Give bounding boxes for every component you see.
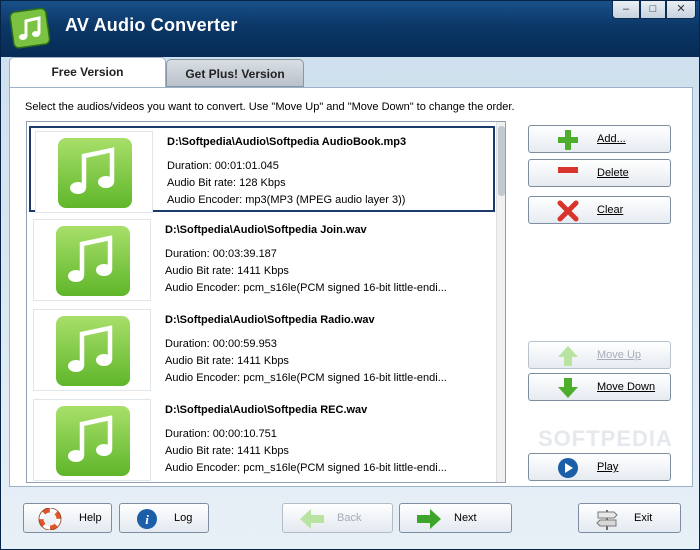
- exit-button[interactable]: Exit: [578, 503, 681, 533]
- title-bar[interactable]: AV Audio Converter – □ ✕: [1, 1, 699, 57]
- file-item[interactable]: D:\Softpedia\Audio\Softpedia Join.wav Du…: [29, 216, 495, 302]
- back-button[interactable]: Back: [282, 503, 393, 533]
- music-note-icon: [56, 316, 130, 386]
- info-icon: i: [137, 509, 157, 529]
- audio-file-thumbnail: [33, 309, 151, 391]
- svg-text:i: i: [145, 512, 149, 527]
- move-up-button[interactable]: Move Up: [528, 341, 671, 369]
- minus-icon: [558, 167, 578, 173]
- file-bitrate: Audio Bit rate: 1411 Kbps: [165, 265, 289, 277]
- audio-file-thumbnail: [33, 399, 151, 481]
- file-duration: Duration: 00:00:10.751: [165, 428, 277, 440]
- music-note-icon: [56, 226, 130, 296]
- file-name: D:\Softpedia\Audio\Softpedia AudioBook.m…: [167, 136, 407, 148]
- tab-free-version[interactable]: Free Version: [9, 57, 166, 89]
- file-list[interactable]: D:\Softpedia\Audio\Softpedia AudioBook.m…: [26, 121, 506, 483]
- audio-file-thumbnail: [33, 219, 151, 301]
- help-button-label: Help: [79, 512, 102, 524]
- add-button-label: Add...: [597, 133, 626, 145]
- app-logo-icon: [9, 7, 51, 49]
- log-button-label: Log: [174, 512, 193, 524]
- file-bitrate: Audio Bit rate: 1411 Kbps: [165, 445, 289, 457]
- play-icon: [558, 458, 578, 478]
- signpost-icon: [596, 510, 618, 530]
- file-name: D:\Softpedia\Audio\Softpedia Join.wav: [165, 224, 367, 236]
- add-button[interactable]: Add...: [528, 125, 671, 153]
- close-button[interactable]: ✕: [666, 1, 696, 19]
- scrollbar-thumb[interactable]: [498, 126, 505, 196]
- move-up-button-label: Move Up: [597, 349, 642, 361]
- tab-get-plus-version[interactable]: Get Plus! Version: [166, 59, 304, 87]
- music-note-icon: [58, 138, 132, 208]
- maximize-button[interactable]: □: [640, 1, 666, 19]
- instruction-text: Select the audios/videos you want to con…: [25, 101, 515, 113]
- file-encoder: Audio Encoder: pcm_s16le(PCM signed 16-b…: [165, 372, 447, 384]
- arrow-left-icon: [300, 509, 324, 529]
- file-list-scrollbar[interactable]: [496, 122, 505, 482]
- clear-button-label: Clear: [597, 204, 624, 216]
- play-button[interactable]: Play: [528, 453, 671, 481]
- file-item[interactable]: D:\Softpedia\Audio\Softpedia Radio.wav D…: [29, 306, 495, 392]
- back-button-label: Back: [337, 512, 362, 524]
- file-bitrate: Audio Bit rate: 1411 Kbps: [165, 355, 289, 367]
- arrow-up-icon: [558, 346, 578, 366]
- music-note-icon: [56, 406, 130, 476]
- minimize-button[interactable]: –: [612, 1, 640, 19]
- file-duration: Duration: 00:01:01.045: [167, 160, 279, 172]
- file-name: D:\Softpedia\Audio\Softpedia REC.wav: [165, 404, 368, 416]
- log-button[interactable]: i Log: [119, 503, 209, 533]
- file-encoder: Audio Encoder: pcm_s16le(PCM signed 16-b…: [165, 282, 447, 294]
- file-bitrate: Audio Bit rate: 128 Kbps: [167, 177, 286, 189]
- plus-icon: [558, 130, 578, 150]
- next-button[interactable]: Next: [399, 503, 512, 533]
- next-button-label: Next: [454, 512, 477, 524]
- main-panel: Select the audios/videos you want to con…: [9, 87, 693, 487]
- lifebuoy-icon: [38, 508, 62, 530]
- file-encoder: Audio Encoder: pcm_s16le(PCM signed 16-b…: [165, 462, 447, 474]
- move-down-button-label: Move Down: [597, 381, 656, 393]
- file-item[interactable]: D:\Softpedia\Audio\Softpedia REC.wav Dur…: [29, 396, 495, 482]
- softpedia-watermark: SOFTPEDIA: [538, 426, 673, 451]
- clear-button[interactable]: Clear: [528, 196, 671, 224]
- app-window: AV Audio Converter – □ ✕ Free Version Ge…: [0, 0, 700, 550]
- arrow-right-icon: [417, 509, 441, 529]
- file-duration: Duration: 00:03:39.187: [165, 248, 277, 260]
- file-encoder: Audio Encoder: mp3(MP3 (MPEG audio layer…: [167, 194, 406, 206]
- file-name: D:\Softpedia\Audio\Softpedia Radio.wav: [165, 314, 375, 326]
- file-item[interactable]: D:\Softpedia\Audio\Softpedia AudioBook.m…: [29, 126, 495, 213]
- play-button-label: Play: [597, 461, 619, 473]
- red-x-icon: [557, 200, 579, 222]
- delete-button-label: Delete: [597, 167, 629, 179]
- audio-file-thumbnail: [35, 131, 153, 213]
- help-button[interactable]: Help: [23, 503, 112, 533]
- move-down-button[interactable]: Move Down: [528, 373, 671, 401]
- delete-button[interactable]: Delete: [528, 159, 671, 187]
- app-title: AV Audio Converter: [65, 15, 238, 35]
- arrow-down-icon: [558, 378, 578, 398]
- file-duration: Duration: 00:00:59.953: [165, 338, 277, 350]
- exit-button-label: Exit: [634, 512, 653, 524]
